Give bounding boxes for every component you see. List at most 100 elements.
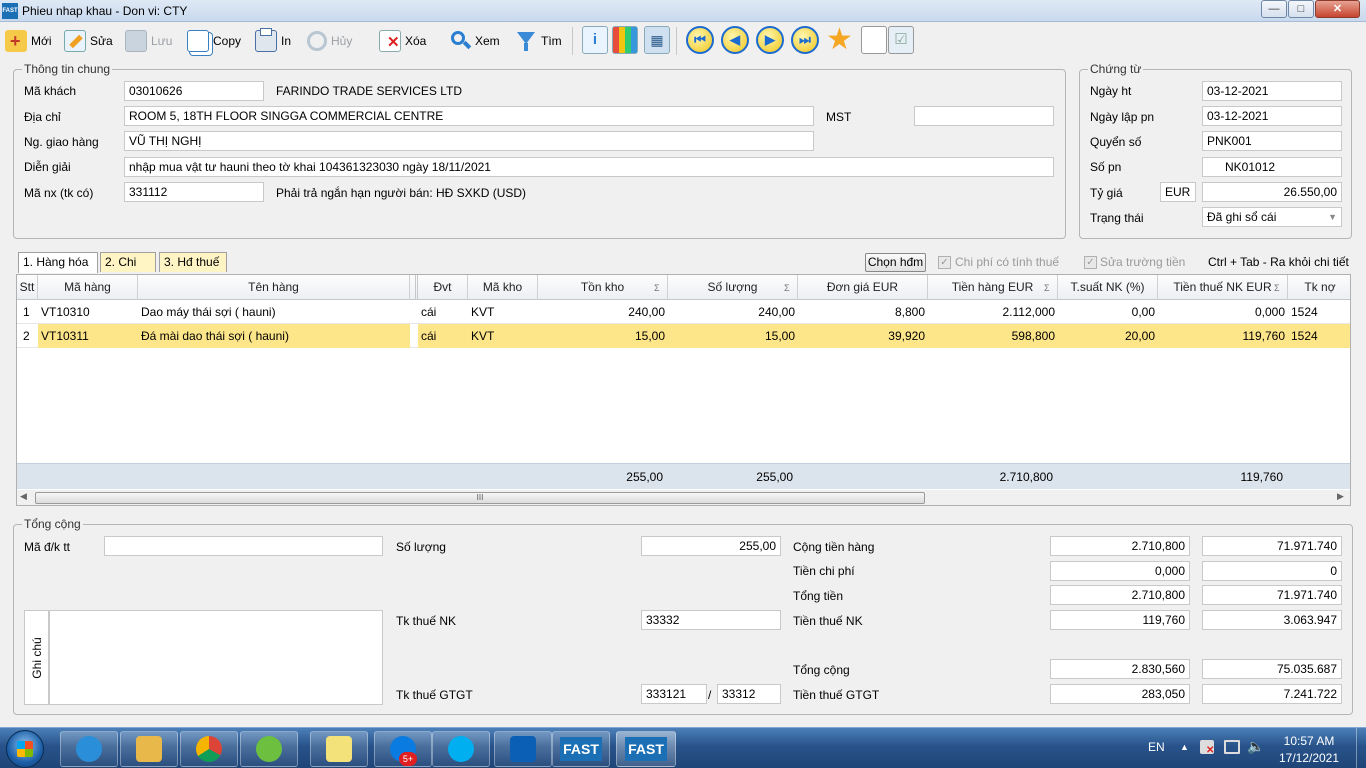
flag-icon[interactable]: ✕ xyxy=(1200,740,1214,756)
app-icon: FAST xyxy=(2,3,18,19)
col-header-name[interactable]: Tên hàng xyxy=(138,275,410,300)
scroll-right-icon[interactable]: ▶ xyxy=(1337,491,1344,502)
start-button[interactable] xyxy=(6,730,44,768)
status-select[interactable]: Đã ghi sổ cái ▼ xyxy=(1202,207,1342,227)
amount-vnd[interactable]: 71.971.740 xyxy=(1202,585,1342,605)
posting-date-input[interactable]: 03-12-2021 xyxy=(1202,81,1342,101)
document-icon[interactable] xyxy=(861,26,887,54)
qty-label: Số lượng xyxy=(396,540,446,554)
col-header-qty[interactable]: Số lượng xyxy=(668,275,798,300)
col-header-price[interactable]: Đơn giá EUR xyxy=(798,275,928,300)
customer-code-input[interactable]: 03010626 xyxy=(124,81,264,101)
horizontal-scrollbar[interactable]: ◀ III ▶ xyxy=(17,490,1350,505)
taskbar-fast-2[interactable]: FAST xyxy=(616,731,676,767)
taskbar-button[interactable] xyxy=(240,731,298,767)
import-tax-account-input[interactable]: 33332 xyxy=(641,610,781,630)
language-indicator[interactable]: EN xyxy=(1148,740,1165,754)
address-input[interactable]: ROOM 5, 18TH FLOOR SINGGA COMMERCIAL CEN… xyxy=(124,106,814,126)
table-row[interactable]: 1 VT10310 Dao máy thái sợi ( hauni) cái … xyxy=(17,300,1350,324)
show-desktop-button[interactable] xyxy=(1356,728,1366,768)
last-record-icon[interactable]: ⏭ xyxy=(791,26,819,54)
col-header-code[interactable]: Mã hàng xyxy=(38,275,138,300)
taskbar-button[interactable] xyxy=(310,731,368,767)
number-input[interactable]: NK01012 xyxy=(1202,157,1342,177)
edit-button[interactable]: Sửa xyxy=(59,24,119,57)
payment-input[interactable] xyxy=(104,536,383,556)
books-icon[interactable] xyxy=(612,26,638,54)
delete-icon: ✕ xyxy=(379,29,401,52)
taskbar-button[interactable] xyxy=(120,731,178,767)
qty-total-input[interactable]: 255,00 xyxy=(641,536,781,556)
scroll-left-icon[interactable]: ◀ xyxy=(20,491,27,502)
col-header-stt[interactable]: Stt xyxy=(17,275,38,300)
doc-date-input[interactable]: 03-12-2021 xyxy=(1202,106,1342,126)
checklist-icon[interactable]: ☑ xyxy=(888,26,914,54)
previous-record-icon[interactable]: ◀ xyxy=(721,26,749,54)
tax-code-input[interactable] xyxy=(914,106,1054,126)
taskbar-button[interactable] xyxy=(494,731,552,767)
vat-account-input[interactable]: 333121 xyxy=(641,684,707,704)
show-hidden-icons[interactable]: ▲ xyxy=(1180,742,1189,752)
col-header-warehouse[interactable]: Mã kho xyxy=(468,275,538,300)
tab-tax-invoice[interactable]: 3. Hđ thuế xyxy=(159,252,227,272)
vat-fc[interactable]: 283,050 xyxy=(1050,684,1190,704)
clock-date[interactable]: 17/12/2021 xyxy=(1276,751,1342,765)
goods-total-fc[interactable]: 2.710,800 xyxy=(1050,536,1190,556)
taskbar-fast-1[interactable]: FAST xyxy=(552,731,610,767)
vat-output-account-input[interactable]: 33312 xyxy=(717,684,781,704)
scroll-thumb[interactable]: III xyxy=(35,492,925,504)
save-button[interactable]: Lưu xyxy=(120,24,178,57)
network-icon[interactable] xyxy=(1224,740,1240,754)
copy-button[interactable]: Copy xyxy=(182,24,248,57)
goods-total-vnd[interactable]: 71.971.740 xyxy=(1202,536,1342,556)
close-button[interactable]: ✕ xyxy=(1315,0,1360,18)
grand-total-vnd[interactable]: 75.035.687 xyxy=(1202,659,1342,679)
first-record-icon[interactable]: ⏮ xyxy=(686,26,714,54)
col-header-amount[interactable]: Tiền hàng EUR xyxy=(928,275,1058,300)
import-tax-vnd[interactable]: 3.063.947 xyxy=(1202,610,1342,630)
info-icon[interactable]: i xyxy=(582,26,608,54)
print-button[interactable]: In xyxy=(250,24,300,57)
grand-total-fc[interactable]: 2.830,560 xyxy=(1050,659,1190,679)
star-icon[interactable]: ★ xyxy=(826,25,856,55)
deliverer-input[interactable]: VŨ THỊ NGHỊ xyxy=(124,131,814,151)
book-input[interactable]: PNK001 xyxy=(1202,131,1342,151)
description-input[interactable]: nhập mua vật tư hauni theo tờ khai 10436… xyxy=(124,157,1054,177)
table-row[interactable]: 2 VT10311 Đá mài dao thái sợi ( hauni) c… xyxy=(17,324,1350,348)
choose-invoice-button[interactable]: Chọn hđm xyxy=(865,253,926,272)
import-tax-fc[interactable]: 119,760 xyxy=(1050,610,1190,630)
tab-goods[interactable]: 1. Hàng hóa xyxy=(18,252,98,273)
new-button[interactable]: + Mới xyxy=(0,24,58,57)
account-input[interactable]: 331112 xyxy=(124,182,264,202)
calculator-icon[interactable]: ▦ xyxy=(644,26,670,54)
volume-icon[interactable]: 🔈 xyxy=(1247,738,1264,755)
view-button[interactable]: Xem xyxy=(444,24,504,57)
cost-label: Tiền chi phí xyxy=(793,564,855,578)
currency-input[interactable]: EUR xyxy=(1160,182,1196,202)
col-header-unit[interactable]: Đvt xyxy=(418,275,468,300)
col-header-stock[interactable]: Tồn kho xyxy=(538,275,668,300)
tab-costs[interactable]: 2. Chi phí xyxy=(100,252,156,287)
undo-button[interactable]: Hủy xyxy=(302,24,362,57)
taskbar-button[interactable] xyxy=(180,731,238,767)
maximize-button[interactable]: □ xyxy=(1288,0,1314,18)
taskbar-button[interactable] xyxy=(60,731,118,767)
col-header-account[interactable]: Tk nợ xyxy=(1288,275,1350,300)
vat-vnd[interactable]: 7.241.722 xyxy=(1202,684,1342,704)
minimize-button[interactable]: — xyxy=(1261,0,1287,18)
taskbar-button[interactable] xyxy=(432,731,490,767)
notes-textarea[interactable] xyxy=(49,610,383,705)
edit-amount-checkbox[interactable]: ✓ xyxy=(1084,256,1097,269)
find-button[interactable]: Tìm xyxy=(510,24,566,57)
col-header-tax[interactable]: Tiền thuế NK EUR xyxy=(1158,275,1288,300)
cost-with-tax-checkbox[interactable]: ✓ xyxy=(938,256,951,269)
amount-fc[interactable]: 2.710,800 xyxy=(1050,585,1190,605)
cost-fc[interactable]: 0,000 xyxy=(1050,561,1190,581)
col-header-rate[interactable]: T.suất NK (%) xyxy=(1058,275,1158,300)
column-splitter[interactable] xyxy=(410,275,418,300)
clock-time[interactable]: 10:57 AM xyxy=(1276,734,1342,748)
cost-vnd[interactable]: 0 xyxy=(1202,561,1342,581)
rate-input[interactable]: 26.550,00 xyxy=(1202,182,1342,202)
delete-button[interactable]: ✕ Xóa xyxy=(374,24,436,57)
next-record-icon[interactable]: ▶ xyxy=(756,26,784,54)
